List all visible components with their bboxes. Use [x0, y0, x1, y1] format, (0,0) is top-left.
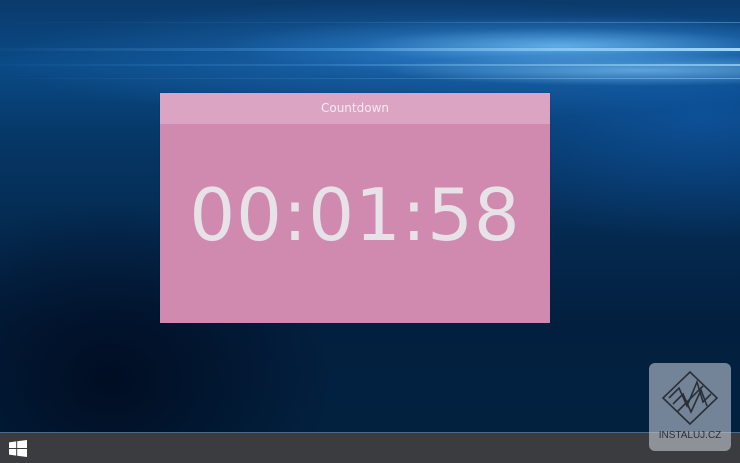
wallpaper-light-beam — [0, 78, 740, 79]
taskbar — [0, 432, 740, 463]
desktop-wallpaper: Countdown 00:01:58 — [0, 0, 740, 432]
countdown-timer: 00:01:58 — [189, 173, 521, 257]
countdown-widget[interactable]: Countdown 00:01:58 — [160, 93, 550, 323]
instaluj-logo-icon — [661, 370, 719, 426]
widget-title: Countdown — [160, 93, 550, 124]
wallpaper-light-beam — [0, 64, 740, 66]
wallpaper-light-beam — [0, 48, 740, 51]
watermark-badge: INSTALUJ.CZ — [649, 363, 731, 451]
watermark-text: INSTALUJ.CZ — [658, 430, 722, 441]
wallpaper-light-beam — [0, 22, 740, 23]
start-button[interactable] — [0, 433, 36, 463]
windows-logo-icon — [9, 440, 27, 457]
